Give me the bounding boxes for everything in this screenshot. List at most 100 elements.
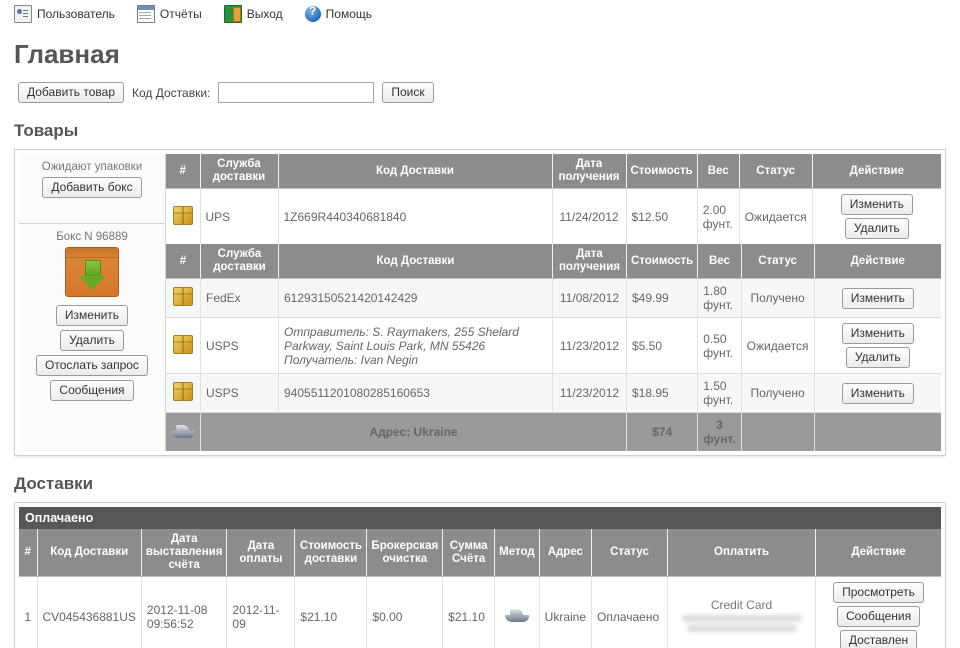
row-edit-button[interactable]: Изменить (841, 287, 914, 309)
box-block: Бокс N 96889 Изменить Удалить Отослать з… (19, 224, 165, 410)
box-total-row: Адрес: Ukraine $74 3 фунт. (166, 412, 941, 451)
col-shipping-cost: Стоимость доставки (294, 529, 368, 577)
col-pay: Оплатить (667, 529, 817, 577)
ship-icon (171, 424, 195, 438)
menu-item-help[interactable]: Помощь (304, 4, 372, 22)
row-weight: 2.00 фунт. (697, 188, 740, 244)
col-number: # (166, 244, 201, 279)
row-carrier: FedEx (200, 278, 279, 318)
search-button[interactable]: Поиск (382, 82, 434, 103)
user-card-icon (14, 5, 32, 23)
col-tracking: Код Доставки (37, 529, 142, 577)
row-actions: Изменить Удалить (814, 317, 941, 374)
messages-button[interactable]: Сообщения (836, 606, 921, 627)
deliveries-header-row: # Код Доставки Дата выставления счёта Да… (19, 529, 941, 577)
row-weight: 1.50 фунт. (697, 373, 742, 413)
row-number: 1 (19, 576, 38, 648)
deliveries-table: # Код Доставки Дата выставления счёта Да… (19, 529, 941, 648)
table-row: FedEx 61293150521420142429 11/08/2012 $4… (166, 278, 941, 318)
row-actions: Изменить (814, 278, 941, 318)
row-tracking: 61293150521420142429 (278, 278, 553, 318)
status-badge: Получено (741, 373, 815, 413)
row-paid-date: 2012-11-09 (226, 576, 296, 648)
box-messages-button[interactable]: Сообщения (50, 380, 134, 401)
deliveries-group-label: Оплачаено (19, 507, 941, 529)
package-icon (173, 382, 193, 401)
row-actions: Изменить Удалить (812, 189, 941, 245)
col-invoice-total: Сумма Счёта (442, 529, 496, 577)
row-carrier: USPS (200, 317, 279, 374)
menu-item-user-label: Пользователь (37, 7, 115, 21)
row-brokerage: $0.00 (366, 576, 444, 648)
col-status: Статус (741, 244, 815, 279)
box-total-status-blank (741, 412, 815, 451)
package-icon (173, 334, 193, 354)
col-number: # (166, 154, 201, 189)
ship-icon (504, 608, 529, 622)
view-button[interactable]: Просмотреть (833, 582, 924, 603)
pay-card-redacted (673, 615, 810, 632)
box-total-weight: 3 фунт. (697, 412, 742, 451)
goods-sidebar: Ожидают упаковки Добавить бокс Бокс N 96… (19, 154, 166, 451)
row-billed-date: 2012-11-08 09:56:52 (141, 576, 228, 648)
table-row: USPS Отправитель: S. Raymakers, 255 Shel… (166, 317, 941, 374)
goods-section-title: Товары (14, 121, 79, 140)
row-cost: $49.99 (626, 278, 699, 318)
status-badge: Ожидается (741, 317, 815, 374)
col-address: Адрес (539, 529, 593, 577)
add-box-button[interactable]: Добавить бокс (42, 177, 142, 198)
menu-item-logout[interactable]: Выход (223, 5, 283, 23)
awaiting-table-header-row: # Служба доставки Код Доставки Дата полу… (166, 154, 941, 189)
box-delete-button[interactable]: Удалить (60, 330, 124, 351)
goods-panel: Ожидают упаковки Добавить бокс Бокс N 96… (14, 149, 946, 456)
box-send-request-button[interactable]: Отослать запрос (36, 355, 148, 376)
row-actions: Просмотреть Сообщения Доставлен (816, 577, 941, 648)
col-status: Статус (591, 529, 669, 577)
package-icon (172, 205, 193, 225)
menu-item-user[interactable]: Пользователь (14, 5, 115, 23)
row-cost: $18.95 (626, 373, 699, 413)
menu-item-reports-label: Отчёты (159, 7, 202, 21)
row-delete-button[interactable]: Удалить (844, 218, 909, 239)
row-delete-button[interactable]: Удалить (845, 347, 910, 368)
tracking-code-input[interactable] (218, 82, 375, 103)
row-edit-button[interactable]: Изменить (841, 323, 914, 344)
col-carrier: Служба доставки (200, 154, 279, 189)
add-item-button[interactable]: Добавить товар (18, 82, 124, 103)
row-tracking: Отправитель: S. Raymakers, 255 Shelard P… (278, 317, 553, 374)
box-total-action-blank (814, 412, 941, 451)
status-badge: Получено (741, 278, 815, 318)
row-package-icon-cell (166, 317, 201, 374)
menu-item-logout-label: Выход (246, 7, 283, 21)
row-date: 11/23/2012 (552, 373, 627, 413)
row-edit-button[interactable]: Изменить (840, 194, 913, 215)
row-invoice-total: $21.10 (442, 576, 496, 648)
row-date: 11/24/2012 (552, 188, 627, 244)
awaiting-packing-block: Ожидают упаковки Добавить бокс (19, 154, 165, 224)
box-edit-button[interactable]: Изменить (55, 305, 129, 326)
delivered-button[interactable]: Доставлен (839, 630, 918, 648)
col-date: Дата получения (552, 154, 627, 189)
row-carrier: USPS (200, 373, 279, 413)
row-actions: Изменить (814, 373, 941, 413)
tracking-code-label: Код Доставки: (132, 85, 211, 100)
row-tracking: 1Z669R440340681840 (278, 188, 553, 244)
table-row: USPS 9405511201080285160653 11/23/2012 $… (166, 373, 941, 413)
deliveries-panel: Оплачаено # Код Доставки Дата выставлени… (14, 502, 946, 648)
col-action: Действие (815, 529, 941, 577)
col-paid-date: Дата оплаты (226, 529, 296, 577)
deliveries-section-title: Доставки (14, 474, 94, 493)
col-cost: Стоимость (626, 154, 698, 189)
box-total-cost: $74 (626, 412, 699, 451)
row-carrier: UPS (200, 188, 279, 244)
row-date: 11/08/2012 (552, 278, 627, 318)
report-grid-icon (136, 5, 155, 23)
row-weight: 0.50 фунт. (697, 317, 742, 374)
orange-box-down-arrow-icon (65, 247, 119, 297)
row-tracking: 9405511201080285160653 (278, 373, 553, 413)
menu-item-reports[interactable]: Отчёты (136, 5, 202, 23)
row-edit-button[interactable]: Изменить (841, 382, 914, 404)
col-date: Дата получения (552, 244, 627, 279)
status-badge: Ожидается (739, 188, 813, 244)
help-question-icon (304, 4, 321, 22)
